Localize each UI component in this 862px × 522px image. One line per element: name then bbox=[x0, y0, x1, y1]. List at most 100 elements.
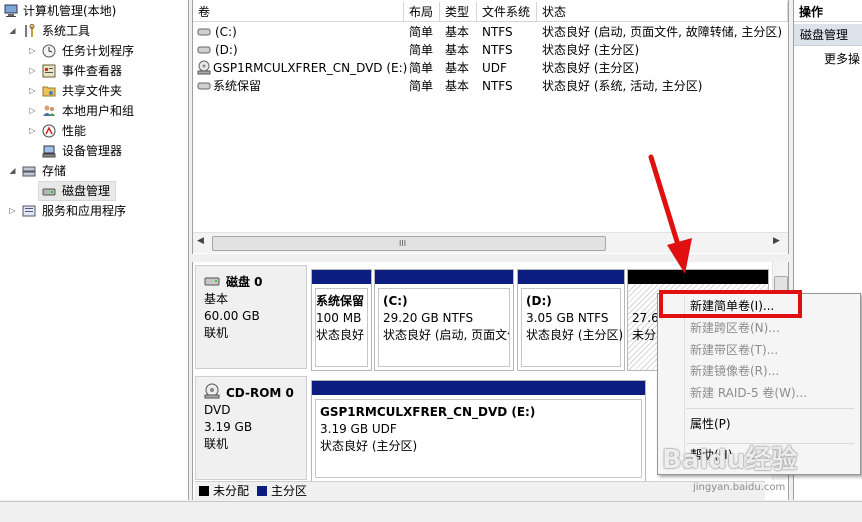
column-header-volume[interactable]: 卷 bbox=[193, 2, 404, 22]
tree-item-services-apps[interactable]: ▷ 服务和应用程序 bbox=[0, 202, 180, 220]
partition-status: 未分 bbox=[632, 328, 657, 342]
partition-e[interactable]: GSP1RMCULXFRER_CN_DVD (E:) 3.19 GB UDF 状… bbox=[311, 380, 646, 482]
partition-size: 29.20 GB NTFS bbox=[383, 311, 474, 325]
volume-layout: 简单 bbox=[409, 79, 434, 93]
volume-filesystem: NTFS bbox=[482, 79, 513, 93]
more-actions-link[interactable]: 更多操 bbox=[824, 49, 862, 69]
legend-primary: 主分区 bbox=[271, 484, 308, 498]
tree-item-event-viewer[interactable]: ▷ 事件查看器 bbox=[0, 62, 180, 80]
collapsed-arrow-icon[interactable]: ▷ bbox=[28, 65, 37, 77]
menu-item-properties[interactable]: 属性(P) bbox=[690, 414, 731, 434]
status-bar bbox=[0, 501, 862, 522]
clock-icon bbox=[42, 44, 56, 58]
tree-item-task-scheduler[interactable]: ▷ 任务计划程序 bbox=[0, 42, 180, 60]
collapsed-arrow-icon[interactable]: ▷ bbox=[28, 45, 37, 57]
collapsed-arrow-icon[interactable]: ▷ bbox=[28, 85, 37, 97]
annotation-arrow-icon bbox=[648, 154, 692, 274]
volume-type: 基本 bbox=[445, 43, 470, 57]
volume-type: 基本 bbox=[445, 79, 470, 93]
tree-item-shared-folders[interactable]: ▷ 共享文件夹 bbox=[0, 82, 180, 100]
legend: 未分配 主分区 bbox=[195, 481, 765, 500]
event-viewer-icon bbox=[42, 64, 56, 78]
tree-item-label: 磁盘管理 bbox=[62, 184, 111, 198]
navigation-tree: 计算机管理(本地) ◢ 系统工具 ▷ 任务计划程序 ▷ 事件查看器 ▷ 共享文件… bbox=[0, 0, 189, 500]
highlight-box bbox=[659, 290, 802, 318]
actions-section[interactable]: 磁盘管理 bbox=[794, 24, 862, 46]
partition-c[interactable]: (C:) 29.20 GB NTFS 状态良好 (启动, 页面文件 bbox=[374, 269, 514, 371]
partition-system-reserved[interactable]: 系统保留 100 MB 状态良好 bbox=[311, 269, 372, 371]
actions-title: 操作 bbox=[794, 2, 862, 22]
tree-item-disk-management[interactable]: 磁盘管理 bbox=[38, 181, 116, 201]
primary-partition-bar bbox=[312, 381, 645, 395]
tree-item-device-manager[interactable]: 设备管理器 bbox=[0, 142, 180, 160]
menu-item-new-mirrored-volume[interactable]: 新建镜像卷(R)... bbox=[690, 361, 779, 381]
expanded-arrow-icon[interactable]: ◢ bbox=[8, 25, 17, 37]
expanded-arrow-icon[interactable]: ◢ bbox=[8, 165, 17, 177]
watermark-brand: Baidu经验 bbox=[662, 445, 798, 475]
volume-name: (C:) bbox=[215, 25, 237, 39]
partition-size: 27.6 bbox=[632, 311, 659, 325]
collapsed-arrow-icon[interactable]: ▷ bbox=[28, 125, 37, 137]
scroll-left-arrow-icon[interactable]: ◀ bbox=[197, 236, 204, 246]
disk-name: 磁盘 0 bbox=[226, 275, 263, 289]
shared-folder-icon bbox=[42, 84, 56, 98]
volume-filesystem: NTFS bbox=[482, 25, 513, 39]
volume-status: 状态良好 (系统, 活动, 主分区) bbox=[542, 79, 703, 93]
column-header-filesystem[interactable]: 文件系统 bbox=[477, 2, 537, 22]
tree-item-label: 性能 bbox=[62, 124, 87, 138]
computer-management-icon bbox=[4, 4, 18, 18]
tree-item-label: 本地用户和组 bbox=[62, 104, 135, 118]
partition-d[interactable]: (D:) 3.05 GB NTFS 状态良好 (主分区) bbox=[517, 269, 625, 371]
menu-item-new-spanned-volume[interactable]: 新建跨区卷(N)... bbox=[690, 318, 780, 338]
partition-size: 3.05 GB NTFS bbox=[526, 311, 609, 325]
volume-row-c[interactable]: (C:) 简单 基本 NTFS 状态良好 (启动, 页面文件, 故障转储, 主分… bbox=[193, 23, 788, 41]
volume-name: GSP1RMCULXFRER_CN_DVD (E:) bbox=[213, 61, 408, 75]
disk-kind: 基本 bbox=[204, 292, 229, 306]
tree-item-label: 事件查看器 bbox=[62, 64, 123, 78]
scroll-right-arrow-icon[interactable]: ▶ bbox=[773, 236, 780, 246]
dvd-drive-icon bbox=[204, 383, 220, 402]
disk-status: 联机 bbox=[204, 326, 229, 340]
collapsed-arrow-icon[interactable]: ▷ bbox=[28, 105, 37, 117]
column-header-layout[interactable]: 布局 bbox=[404, 2, 440, 22]
tree-item-label: 存储 bbox=[42, 164, 67, 178]
partition-status: 状态良好 (主分区) bbox=[526, 328, 622, 342]
menu-item-new-striped-volume[interactable]: 新建带区卷(T)... bbox=[690, 340, 778, 360]
volume-row-system-reserved[interactable]: 系统保留 简单 基本 NTFS 状态良好 (系统, 活动, 主分区) bbox=[193, 77, 788, 95]
collapsed-arrow-icon[interactable]: ▷ bbox=[8, 205, 17, 217]
tree-item-local-users[interactable]: ▷ 本地用户和组 bbox=[0, 102, 180, 120]
disk-management-icon bbox=[42, 184, 56, 198]
tree-item-performance[interactable]: ▷ 性能 bbox=[0, 122, 180, 140]
column-header-type[interactable]: 类型 bbox=[440, 2, 477, 22]
tree-item-label: 服务和应用程序 bbox=[42, 204, 127, 218]
volume-type: 基本 bbox=[445, 61, 470, 75]
disk-kind: DVD bbox=[204, 403, 231, 417]
disk-size: 3.19 GB bbox=[204, 420, 253, 434]
volume-row-e[interactable]: GSP1RMCULXFRER_CN_DVD (E:) 简单 基本 UDF 状态良… bbox=[193, 59, 788, 77]
tree-root[interactable]: 计算机管理(本地) bbox=[2, 2, 182, 20]
volume-row-d[interactable]: (D:) 简单 基本 NTFS 状态良好 (主分区) bbox=[193, 41, 788, 59]
performance-icon bbox=[42, 124, 56, 138]
tree-item-storage[interactable]: ◢ 存储 bbox=[0, 162, 180, 180]
volume-layout: 简单 bbox=[409, 43, 434, 57]
volume-status: 状态良好 (主分区) bbox=[542, 61, 640, 75]
partition-name: GSP1RMCULXFRER_CN_DVD (E:) bbox=[320, 405, 536, 419]
partition-name: 系统保留 bbox=[316, 294, 365, 308]
tools-icon bbox=[22, 24, 36, 38]
volume-filesystem: UDF bbox=[482, 61, 507, 75]
partition-status: 状态良好 (主分区) bbox=[320, 439, 418, 453]
tree-item-system-tools[interactable]: ◢ 系统工具 bbox=[0, 22, 180, 40]
partition-name: (C:) bbox=[383, 294, 408, 308]
menu-separator bbox=[686, 408, 854, 409]
disk-0-label[interactable]: 磁盘 0 基本 60.00 GB 联机 bbox=[195, 265, 307, 369]
column-header-status[interactable]: 状态 bbox=[537, 2, 788, 22]
partition-size: 100 MB bbox=[316, 311, 362, 325]
primary-partition-bar bbox=[375, 270, 513, 284]
primary-swatch bbox=[257, 486, 267, 496]
volume-filesystem: NTFS bbox=[482, 43, 513, 57]
scrollbar-thumb[interactable]: III bbox=[212, 236, 606, 251]
menu-item-new-raid5-volume[interactable]: 新建 RAID-5 卷(W)... bbox=[690, 383, 807, 403]
tree-item-label: 设备管理器 bbox=[62, 144, 123, 158]
disk-status: 联机 bbox=[204, 437, 229, 451]
cdrom-0-label[interactable]: CD-ROM 0 DVD 3.19 GB 联机 bbox=[195, 376, 307, 480]
